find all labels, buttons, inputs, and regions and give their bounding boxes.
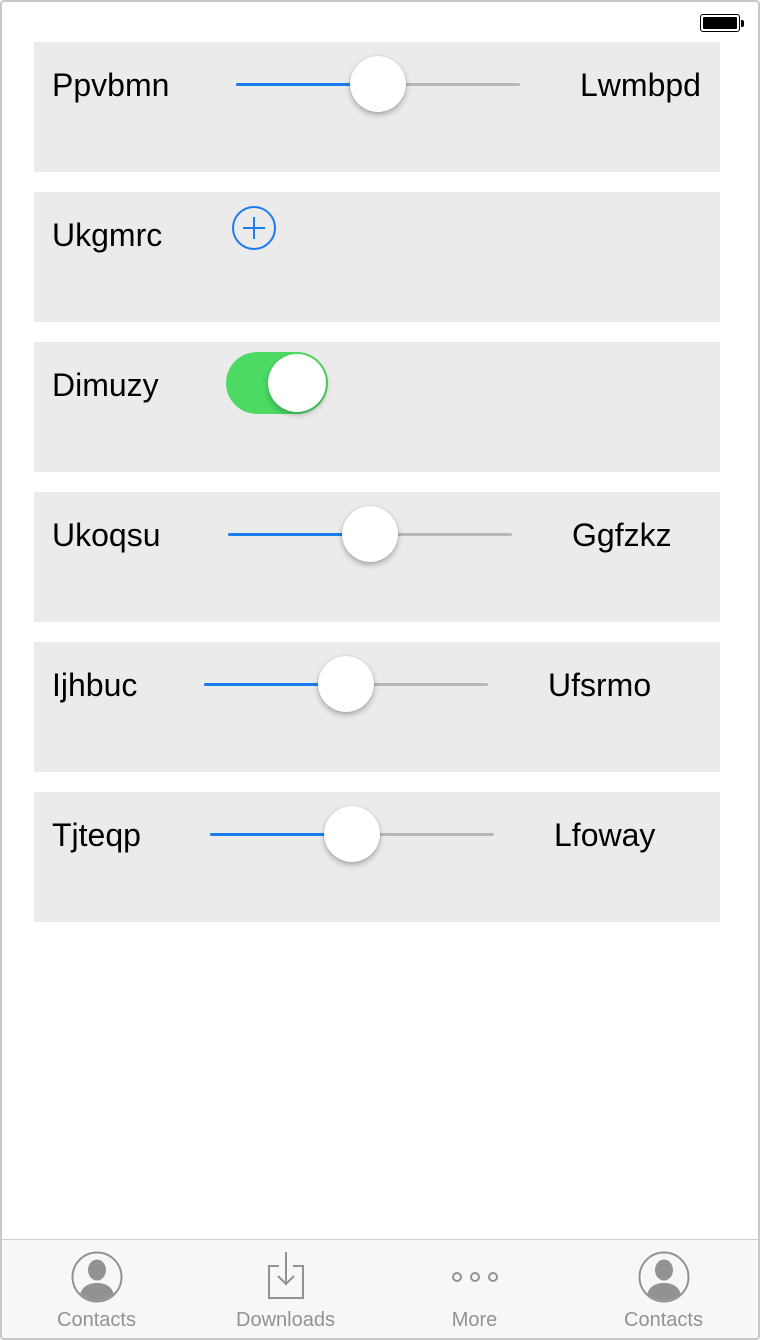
slider-row-ijhbuc: Ijhbuc Ufsrmo xyxy=(34,642,720,772)
tab-contacts-2[interactable]: Contacts xyxy=(569,1240,758,1338)
slider-ppvbmn[interactable] xyxy=(236,54,520,114)
more-icon xyxy=(451,1272,498,1282)
downloads-icon xyxy=(267,1252,304,1299)
tab-label: Downloads xyxy=(236,1309,335,1331)
battery-icon xyxy=(700,14,744,34)
slider-ukoqsu[interactable] xyxy=(228,504,512,564)
row-label: Ijhbuc xyxy=(52,667,138,703)
slider-thumb[interactable] xyxy=(324,806,380,862)
tab-more[interactable]: More xyxy=(380,1240,569,1338)
toggle-row-dimuzy: Dimuzy xyxy=(34,342,720,472)
slider-max-label: Ufsrmo xyxy=(548,667,652,703)
slider-tjteqp[interactable] xyxy=(210,804,494,864)
row-label: Ukgmrc xyxy=(52,217,163,253)
slider-max-label: Lwmbpd xyxy=(580,67,701,103)
plus-circle-icon[interactable] xyxy=(232,206,276,250)
row-label: Ppvbmn xyxy=(52,67,170,103)
row-label: Tjteqp xyxy=(52,817,141,853)
slider-row-ppvbmn: Ppvbmn Lwmbpd xyxy=(34,42,720,172)
row-label: Ukoqsu xyxy=(52,517,161,553)
toggle-knob xyxy=(268,354,326,412)
slider-ijhbuc[interactable] xyxy=(204,654,488,714)
slider-row-ukoqsu: Ukoqsu Ggfzkz xyxy=(34,492,720,622)
tab-label: Contacts xyxy=(624,1309,703,1331)
slider-thumb[interactable] xyxy=(342,506,398,562)
dimuzy-toggle[interactable] xyxy=(226,352,328,414)
row-label: Dimuzy xyxy=(52,367,159,403)
tab-downloads[interactable]: Downloads xyxy=(191,1240,380,1338)
contacts-icon xyxy=(71,1251,122,1303)
phone-screen: Ppvbmn Lwmbpd Ukgmrc Dimuzy Ukoqsu Ggfzk… xyxy=(0,0,760,1340)
slider-row-tjteqp: Tjteqp Lfoway xyxy=(34,792,720,922)
slider-max-label: Lfoway xyxy=(554,817,656,853)
contacts-icon xyxy=(638,1251,689,1303)
tab-label: More xyxy=(451,1309,498,1331)
tab-label: Contacts xyxy=(57,1309,136,1331)
add-row-ukgmrc: Ukgmrc xyxy=(34,192,720,322)
slider-max-label: Ggfzkz xyxy=(572,517,672,553)
slider-thumb[interactable] xyxy=(350,56,406,112)
tab-bar: Contacts Downloads More Contacts xyxy=(2,1239,758,1338)
slider-thumb[interactable] xyxy=(318,656,374,712)
tab-contacts[interactable]: Contacts xyxy=(2,1240,191,1338)
